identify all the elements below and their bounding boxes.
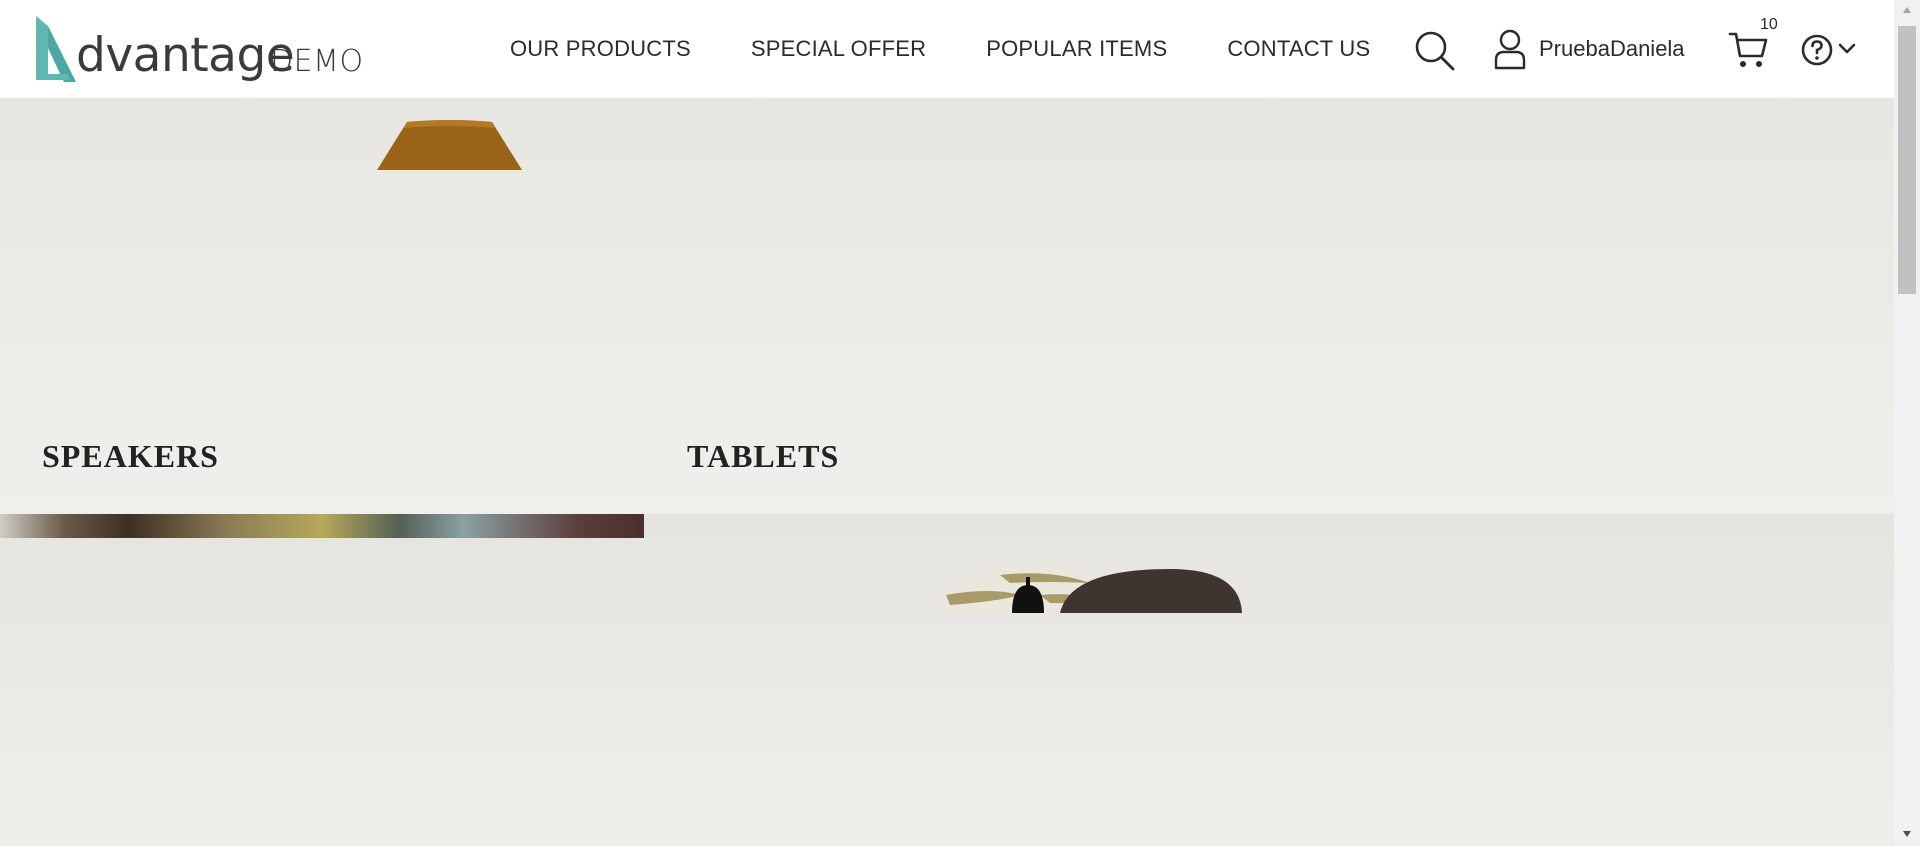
speakers-room-image[interactable] xyxy=(0,514,644,538)
category-speakers[interactable]: SPEAKERS xyxy=(42,438,219,475)
scroll-up-arrow-icon[interactable] xyxy=(1902,6,1912,14)
page-scrollbar[interactable] xyxy=(1894,0,1920,846)
logo-wordmark: dvantage xyxy=(76,28,295,83)
site-header: dvantage DEMO OUR PRODUCTS SPECIAL OFFER… xyxy=(0,0,1894,98)
user-icon[interactable] xyxy=(1492,28,1528,70)
nav-our-products[interactable]: OUR PRODUCTS xyxy=(510,36,691,62)
nav-special-offer[interactable]: SPECIAL OFFER xyxy=(751,36,926,62)
main-nav: OUR PRODUCTS SPECIAL OFFER POPULAR ITEMS… xyxy=(510,36,1370,62)
lamp-image xyxy=(377,120,522,170)
search-icon[interactable] xyxy=(1414,30,1456,72)
help-icon[interactable] xyxy=(1800,33,1834,67)
username[interactable]: PruebaDaniela xyxy=(1539,36,1685,62)
nav-contact-us[interactable]: CONTACT US xyxy=(1227,36,1370,62)
nav-popular-items[interactable]: POPULAR ITEMS xyxy=(986,36,1167,62)
category-panel-top xyxy=(0,98,1894,514)
scrollbar-thumb[interactable] xyxy=(1898,26,1916,294)
category-panel-bottom xyxy=(0,514,1894,846)
cart-icon[interactable] xyxy=(1728,30,1770,70)
category-tablets[interactable]: TABLETS xyxy=(687,438,839,475)
scroll-down-arrow-icon[interactable] xyxy=(1902,830,1912,838)
mice-image[interactable] xyxy=(940,565,1242,613)
cart-count-badge: 10 xyxy=(1760,16,1778,33)
chevron-down-icon[interactable] xyxy=(1838,43,1856,55)
logo-suffix: DEMO xyxy=(270,44,364,79)
